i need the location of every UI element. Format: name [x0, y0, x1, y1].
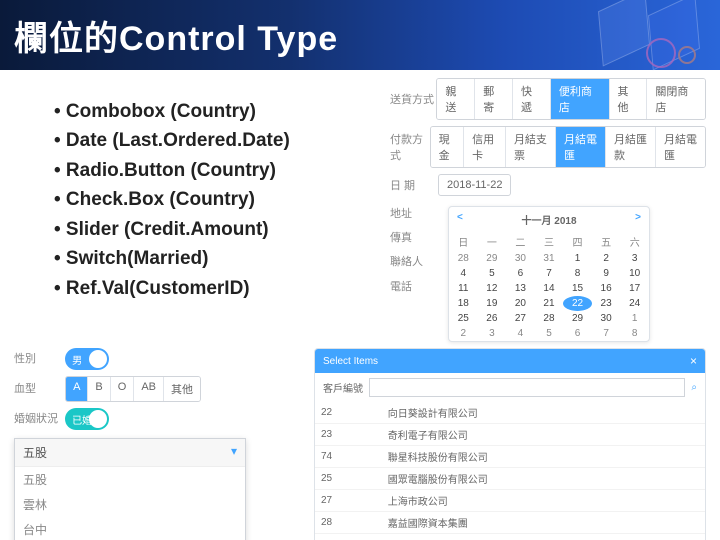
- cal-day[interactable]: 15: [563, 281, 592, 296]
- demo-radio-date: 送貨方式 親送郵寄快遞便利商店其他關閉商店 付款方式 現金信用卡月結支票月結電匯…: [384, 78, 706, 342]
- cal-day[interactable]: 22: [563, 296, 592, 311]
- payment-segment[interactable]: 現金信用卡月結支票月結電匯月結匯款月結電匯: [430, 126, 706, 168]
- refval-dialog: Select Items × 客戶編號 ⌕ 22向日葵設計有限公司23奇利電子有…: [314, 348, 706, 540]
- search-input[interactable]: [369, 378, 685, 397]
- married-switch[interactable]: 已婚: [65, 408, 109, 430]
- gender-switch[interactable]: 男: [65, 348, 109, 370]
- cal-day[interactable]: 24: [620, 296, 649, 311]
- fax-label: 傳真: [390, 226, 438, 250]
- cal-day[interactable]: 8: [563, 266, 592, 281]
- gender-label: 性別: [14, 350, 62, 366]
- title-bar: 欄位的Control Type: [0, 0, 720, 70]
- region-value[interactable]: 五股: [15, 439, 245, 467]
- cal-day[interactable]: 29: [563, 311, 592, 326]
- cal-day[interactable]: 10: [620, 266, 649, 281]
- page-title: 欄位的Control Type: [0, 11, 338, 60]
- date-input[interactable]: 2018-11-22: [438, 174, 511, 196]
- cal-day[interactable]: 20: [506, 296, 535, 311]
- cal-day[interactable]: 1: [563, 251, 592, 266]
- cal-day[interactable]: 14: [535, 281, 564, 296]
- payment-label: 付款方式: [390, 131, 430, 163]
- cal-day[interactable]: 3: [478, 326, 507, 341]
- cal-day[interactable]: 30: [506, 251, 535, 266]
- cal-day[interactable]: 1: [620, 311, 649, 326]
- cal-day[interactable]: 31: [535, 251, 564, 266]
- cal-day[interactable]: 27: [506, 311, 535, 326]
- title-decoration: [580, 0, 720, 82]
- married-label: 婚姻狀況: [14, 410, 62, 426]
- bullet-list: • Combobox (Country) • Date (Last.Ordere…: [14, 97, 384, 323]
- cal-day[interactable]: 3: [620, 251, 649, 266]
- cal-day[interactable]: 7: [592, 326, 621, 341]
- table-row[interactable]: 27上海市政公司: [315, 490, 705, 512]
- cal-day[interactable]: 13: [506, 281, 535, 296]
- table-row[interactable]: 22向日葵設計有限公司: [315, 402, 705, 424]
- table-row[interactable]: 28嘉益國際資本集團: [315, 512, 705, 534]
- search-icon[interactable]: ⌕: [691, 382, 697, 393]
- cal-day[interactable]: 30: [592, 311, 621, 326]
- cal-day[interactable]: 29: [478, 251, 507, 266]
- dialog-title: Select Items: [323, 356, 378, 367]
- cal-prev-icon[interactable]: <: [457, 212, 463, 227]
- contact-label: 聯絡人: [390, 250, 438, 274]
- cal-day[interactable]: 28: [535, 311, 564, 326]
- bullet: • Switch(Married): [54, 244, 384, 273]
- cal-day[interactable]: 5: [535, 326, 564, 341]
- shipping-segment[interactable]: 親送郵寄快遞便利商店其他關閉商店: [436, 78, 706, 120]
- phone-label: 電話: [390, 275, 438, 299]
- region-option[interactable]: 台中: [15, 517, 245, 540]
- cal-day[interactable]: 4: [449, 266, 478, 281]
- shipping-label: 送貨方式: [390, 91, 436, 107]
- region-combobox[interactable]: 五股 五股雲林台中五股彰化台南高雄: [14, 438, 246, 540]
- bullet: • Combobox (Country): [54, 97, 384, 126]
- switch-demo: 性別 男 血型 ABOAB其他 婚姻狀況 已婚 五股 五股雲林台中五股彰化台南高…: [14, 348, 304, 540]
- region-option[interactable]: 五股: [15, 467, 245, 492]
- calendar[interactable]: < 十一月 2018 > 日一二三四五六 2829303112345678910…: [448, 206, 650, 342]
- bullet: • Radio.Button (Country): [54, 156, 384, 185]
- region-option[interactable]: 雲林: [15, 492, 245, 517]
- addr-label: 地址: [390, 202, 438, 226]
- cal-day[interactable]: 8: [620, 326, 649, 341]
- cal-day[interactable]: 28: [449, 251, 478, 266]
- date-label: 日 期: [390, 177, 438, 193]
- search-label: 客戶編號: [323, 380, 363, 395]
- bullet: • Date (Last.Ordered.Date): [54, 126, 384, 155]
- cal-day[interactable]: 7: [535, 266, 564, 281]
- cal-day[interactable]: 23: [592, 296, 621, 311]
- close-icon[interactable]: ×: [690, 354, 697, 368]
- table-row[interactable]: 25國眾電腦股份有限公司: [315, 468, 705, 490]
- bullet: • Check.Box (Country): [54, 185, 384, 214]
- blood-label: 血型: [14, 380, 62, 396]
- cal-day[interactable]: 19: [478, 296, 507, 311]
- table-row[interactable]: 23奇利電子有限公司: [315, 424, 705, 446]
- cal-day[interactable]: 6: [506, 266, 535, 281]
- cal-day[interactable]: 21: [535, 296, 564, 311]
- cal-day[interactable]: 12: [478, 281, 507, 296]
- cal-day[interactable]: 4: [506, 326, 535, 341]
- refval-table: 22向日葵設計有限公司23奇利電子有限公司74聯星科技股份有限公司25國眾電腦股…: [315, 402, 705, 540]
- cal-day[interactable]: 17: [620, 281, 649, 296]
- bullet: • Ref.Val(CustomerID): [54, 274, 384, 303]
- cal-day[interactable]: 16: [592, 281, 621, 296]
- cal-day[interactable]: 2: [449, 326, 478, 341]
- cal-day[interactable]: 26: [478, 311, 507, 326]
- cal-day[interactable]: 11: [449, 281, 478, 296]
- cal-day[interactable]: 6: [563, 326, 592, 341]
- bullet: • Slider (Credit.Amount): [54, 215, 384, 244]
- cal-day[interactable]: 5: [478, 266, 507, 281]
- blood-segment[interactable]: ABOAB其他: [65, 376, 201, 402]
- table-row[interactable]: 29大晨國際物流有限公司: [315, 534, 705, 540]
- cal-day[interactable]: 18: [449, 296, 478, 311]
- cal-day[interactable]: 9: [592, 266, 621, 281]
- cal-next-icon[interactable]: >: [635, 212, 641, 227]
- table-row[interactable]: 74聯星科技股份有限公司: [315, 446, 705, 468]
- cal-day[interactable]: 2: [592, 251, 621, 266]
- cal-day[interactable]: 25: [449, 311, 478, 326]
- cal-month: 十一月 2018: [521, 212, 576, 227]
